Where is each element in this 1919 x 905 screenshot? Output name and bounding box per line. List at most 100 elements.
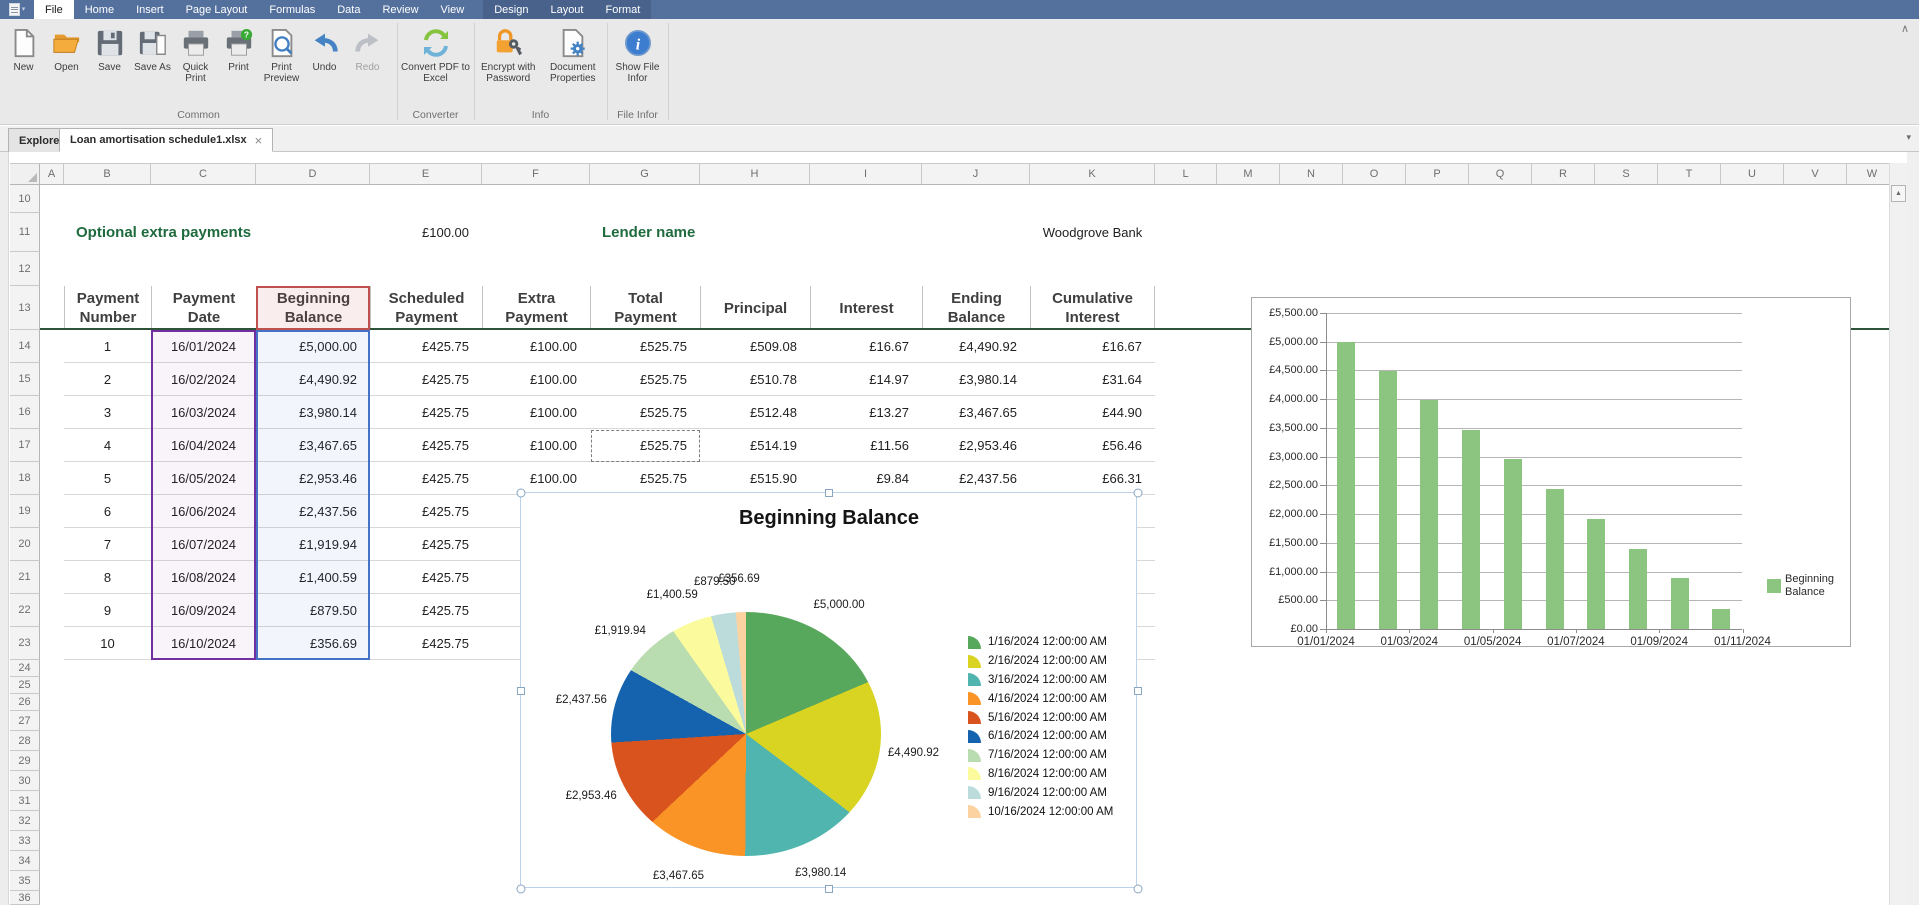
cell-n[interactable]: 8 [64,561,151,594]
cell-cum[interactable]: £44.90 [1030,396,1155,429]
pie-chart[interactable]: Beginning Balance £5,000.00£4,490.92£3,9… [520,492,1137,888]
cell-principal[interactable]: £512.48 [700,396,810,429]
bar[interactable] [1379,371,1397,629]
cell-principal[interactable]: £510.78 [700,363,810,396]
cell-ending[interactable]: £3,980.14 [922,363,1030,396]
cell-begin[interactable]: £5,000.00 [256,330,370,363]
row-header-18[interactable]: 18 [10,462,40,495]
column-header-b[interactable]: B [64,163,151,185]
cell-n[interactable]: 4 [64,429,151,462]
vertical-scrollbar[interactable] [1889,163,1907,905]
column-header-d[interactable]: D [256,163,370,185]
column-header-o[interactable]: O [1343,163,1406,185]
cell-cum[interactable]: £16.67 [1030,330,1155,363]
close-icon[interactable]: × [255,133,263,148]
bar[interactable] [1671,578,1689,629]
bar[interactable] [1504,459,1522,629]
table-header-principal[interactable]: Principal [700,286,810,330]
cell-date[interactable]: 16/04/2024 [151,429,256,462]
cell-ending[interactable]: £2,953.46 [922,429,1030,462]
row-header-19[interactable]: 19 [10,495,40,528]
table-header-interest[interactable]: Interest [810,286,922,330]
column-header-m[interactable]: M [1217,163,1280,185]
cell-n[interactable]: 6 [64,495,151,528]
menu-tab-file[interactable]: File [34,0,74,19]
menu-tab-page-layout[interactable]: Page Layout [175,0,259,19]
row-header-20[interactable]: 20 [10,528,40,561]
cell-n[interactable]: 5 [64,462,151,495]
cell-lender-name-label[interactable]: Lender name [590,213,810,252]
row-header-21[interactable]: 21 [10,561,40,594]
cell-lender-name-value[interactable]: Woodgrove Bank [1030,213,1155,252]
cell-total[interactable]: £525.75 [590,396,700,429]
menu-tab-review[interactable]: Review [371,0,429,19]
column-header-q[interactable]: Q [1469,163,1532,185]
cell-sched[interactable]: £425.75 [370,330,482,363]
cell-date[interactable]: 16/07/2024 [151,528,256,561]
column-header-j[interactable]: J [922,163,1030,185]
cell-sched[interactable]: £425.75 [370,528,482,561]
table-header-scheduled-payment[interactable]: Scheduled Payment [370,286,482,330]
column-header-l[interactable]: L [1155,163,1217,185]
cell-principal[interactable]: £509.08 [700,330,810,363]
cell-date[interactable]: 16/02/2024 [151,363,256,396]
cell-begin[interactable]: £4,490.92 [256,363,370,396]
menu-tab-formulas[interactable]: Formulas [258,0,326,19]
print-button[interactable]: ?Print [217,24,260,84]
cell-n[interactable]: 7 [64,528,151,561]
row-header-30[interactable]: 30 [10,771,40,791]
row-header-16[interactable]: 16 [10,396,40,429]
row-header-11[interactable]: 11 [10,213,40,252]
cell-date[interactable]: 16/10/2024 [151,627,256,660]
cell-total[interactable]: £525.75 [590,462,700,495]
bar[interactable] [1462,430,1480,629]
show-file-infor-button[interactable]: iShow File Infor [608,24,667,84]
cell-extra[interactable]: £100.00 [482,363,590,396]
cell-sched[interactable]: £425.75 [370,429,482,462]
row-header-32[interactable]: 32 [10,811,40,831]
column-header-k[interactable]: K [1030,163,1155,185]
row-header-24[interactable]: 24 [10,660,40,677]
cell-date[interactable]: 16/08/2024 [151,561,256,594]
selection-handle[interactable] [1134,885,1143,894]
row-header-17[interactable]: 17 [10,429,40,462]
cell-ending[interactable]: £4,490.92 [922,330,1030,363]
open-button[interactable]: Open [45,24,88,84]
column-header-s[interactable]: S [1595,163,1658,185]
row-header-33[interactable]: 33 [10,831,40,851]
save-as-button[interactable]: Save As [131,24,174,84]
table-header-total-payment[interactable]: Total Payment [590,286,700,330]
cell-total[interactable]: £525.75 [590,330,700,363]
document-properties-button[interactable]: Document Properties [541,24,606,84]
column-header-v[interactable]: V [1784,163,1847,185]
cell-cum[interactable]: £56.46 [1030,429,1155,462]
select-all-corner[interactable] [10,163,40,185]
bar[interactable] [1712,609,1730,629]
table-header-beginning-balance[interactable]: Beginning Balance [256,286,370,330]
cell-n[interactable]: 2 [64,363,151,396]
app-icon[interactable]: ▾ [0,0,34,19]
cell-extra[interactable]: £100.00 [482,330,590,363]
bar[interactable] [1587,519,1605,629]
table-header-cumulative-interest[interactable]: Cumulative Interest [1030,286,1155,330]
cell-begin[interactable]: £3,980.14 [256,396,370,429]
column-header-u[interactable]: U [1721,163,1784,185]
column-header-i[interactable]: I [810,163,922,185]
cell-date[interactable]: 16/09/2024 [151,594,256,627]
bar[interactable] [1546,489,1564,629]
cell-cum[interactable]: £31.64 [1030,363,1155,396]
cell-sched[interactable]: £425.75 [370,627,482,660]
cell-total[interactable]: £525.75 [590,363,700,396]
cell-principal[interactable]: £514.19 [700,429,810,462]
cell-principal[interactable]: £515.90 [700,462,810,495]
convert-pdf-to-excel-button[interactable]: Convert PDF to Excel [398,24,473,84]
row-header-29[interactable]: 29 [10,751,40,771]
row-header-25[interactable]: 25 [10,677,40,694]
menu-tab-insert[interactable]: Insert [125,0,175,19]
cell-sched[interactable]: £425.75 [370,495,482,528]
cell-optional-extra-value[interactable]: £100.00 [370,213,482,252]
menu-tab-view[interactable]: View [430,0,476,19]
menu-tab-data[interactable]: Data [326,0,371,19]
cell-date[interactable]: 16/03/2024 [151,396,256,429]
table-header-ending-balance[interactable]: Ending Balance [922,286,1030,330]
